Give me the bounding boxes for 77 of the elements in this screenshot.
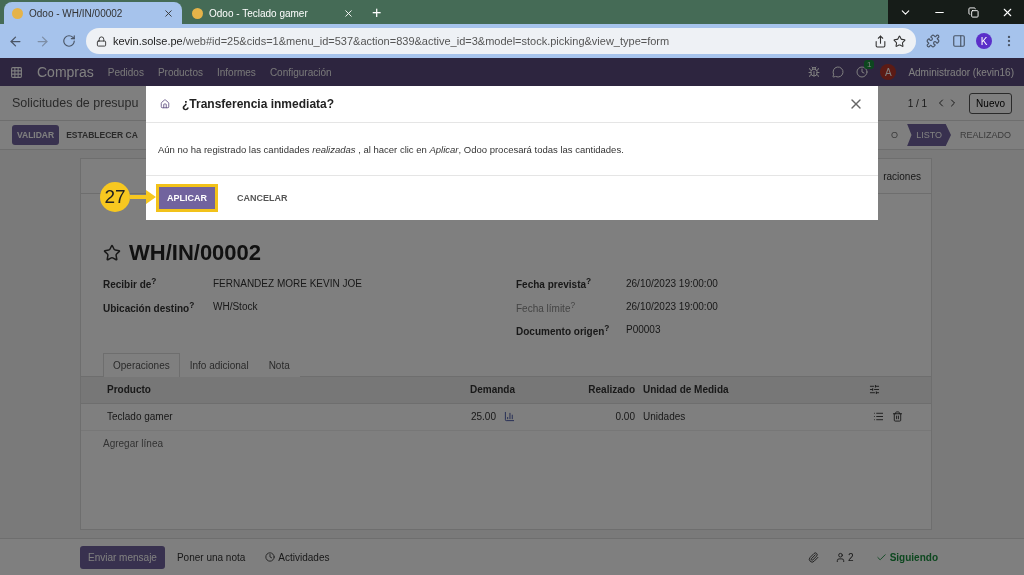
activity-count: 1	[863, 60, 875, 69]
column-header: Realizado	[587, 384, 636, 396]
pager: 1 / 1	[907, 97, 928, 109]
menu-item[interactable]: Pedidos	[107, 66, 144, 78]
address-bar[interactable]: kevin.solse.pe/web#id=25&cids=1&menu_id=537&action=839&active_id=3&model=stock.picking&view_type=form	[86, 28, 916, 54]
field-value: 26/10/2023 19:00:00	[626, 301, 718, 312]
favicon-icon	[12, 7, 23, 19]
share-icon[interactable]	[874, 34, 887, 48]
action-button[interactable]: VALIDAR	[12, 125, 60, 145]
field-label: Fecha límite$^{?}$	[516, 299, 577, 314]
field-label: Fecha prevista$^{?}$	[516, 276, 593, 291]
column-header: Unidad de Medida	[642, 384, 730, 396]
reload-icon[interactable]	[62, 34, 76, 48]
log-note-button[interactable]: Poner una nota	[168, 545, 254, 569]
column-header: Producto	[106, 384, 152, 396]
field-label: Documento origen$^{?}$	[516, 322, 611, 337]
field-value: WH/Stock	[213, 301, 258, 312]
apps-menu-icon[interactable]	[10, 65, 23, 79]
status-stage[interactable]: LISTO	[907, 124, 951, 146]
user-name[interactable]: Administrador (kevin16)	[908, 66, 1014, 78]
table-cell-text: 0.00	[614, 411, 636, 423]
pointer-arrow-icon	[130, 190, 156, 204]
field-value: P00003	[626, 324, 661, 336]
app-icon	[160, 99, 170, 109]
forecast-chart-icon[interactable]	[504, 411, 515, 423]
profile-avatar[interactable]: K	[976, 33, 992, 49]
dialog-button[interactable]: APLICAR	[156, 184, 218, 212]
table-cell-text: Teclado gamer	[106, 411, 174, 423]
column-settings-icon[interactable]	[869, 384, 880, 396]
puzzle-icon[interactable]	[926, 34, 940, 48]
menu-item[interactable]: Productos	[157, 66, 203, 78]
new-button[interactable]: Nuevo	[969, 92, 1012, 114]
check-icon	[875, 551, 887, 563]
activity-icon[interactable]	[856, 66, 869, 78]
table-cell: 25.00	[470, 411, 496, 423]
details-list-icon[interactable]	[873, 411, 884, 423]
side-panel-icon[interactable]	[952, 34, 966, 48]
following-button[interactable]: Siguiendo	[869, 550, 944, 564]
add-line-link[interactable]: Agregar línea	[81, 431, 931, 456]
field-value: FERNANDEZ MORE KEVIN JOE	[213, 277, 362, 289]
favicon-icon	[192, 7, 203, 19]
new-tab-button[interactable]: +	[364, 2, 390, 24]
notebook-tab[interactable]: Operaciones	[103, 353, 180, 377]
action-button[interactable]: ESTABLECER CA	[61, 125, 143, 145]
app-name[interactable]: Compras	[37, 64, 94, 80]
browser-tab[interactable]: Odoo - WH/IN/00002	[4, 2, 182, 24]
send-message-button[interactable]: Enviar mensaje	[80, 545, 165, 569]
status-stage[interactable]: REALIZADO	[951, 124, 1020, 146]
field-label: Recibir de$^{?}$	[103, 276, 158, 291]
field-value: 26/10/2023 19:00:00	[626, 277, 718, 289]
chat-icon[interactable]	[832, 66, 845, 78]
activities-button[interactable]: Actividades	[257, 545, 338, 569]
breadcrumb[interactable]: Solicitudes de presupu	[12, 96, 139, 110]
back-icon[interactable]	[8, 33, 23, 49]
status-stage[interactable]: O	[882, 124, 908, 146]
clock-icon	[265, 552, 276, 562]
user-avatar[interactable]: A	[880, 64, 897, 80]
lock-icon	[96, 35, 107, 47]
dialog-button[interactable]: CANCELAR	[226, 184, 299, 212]
dialog-message: Aún no ha registrado las cantidades realizadas , al hacer clic en Aplicar, Odoo procesará todas las cantidades.	[158, 143, 624, 155]
smart-button[interactable]: raciones	[883, 170, 921, 182]
table-cell-text: Unidades	[642, 411, 687, 423]
delete-icon[interactable]	[892, 411, 903, 423]
record-title: WH/IN/00002	[129, 240, 262, 266]
browser-tab[interactable]: Odoo - Teclado gamer	[184, 2, 362, 24]
followers-button[interactable]: 2	[835, 551, 854, 563]
bookmark-star-icon[interactable]	[893, 34, 906, 48]
column-header: Demanda	[469, 384, 516, 396]
field-label: Ubicación destino$^{?}$	[103, 299, 196, 314]
menu-item[interactable]: Configuración	[269, 66, 332, 78]
restore-icon[interactable]	[967, 6, 979, 18]
bug-icon[interactable]	[808, 66, 821, 78]
close-icon[interactable]	[163, 7, 174, 19]
favorite-star-icon[interactable]	[103, 244, 121, 262]
menu-item[interactable]: Informes	[216, 66, 256, 78]
attachment-icon[interactable]	[808, 551, 820, 563]
dialog-title: ¿Transferencia inmediata?	[182, 97, 336, 111]
